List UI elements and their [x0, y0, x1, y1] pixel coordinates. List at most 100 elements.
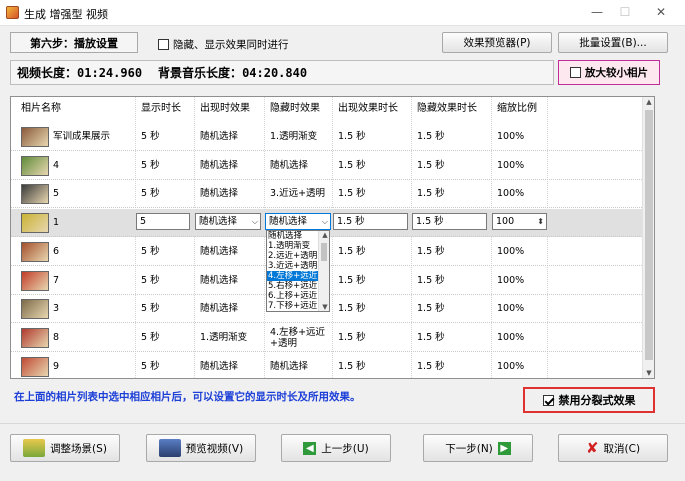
- scale-cell: 100%: [497, 274, 525, 286]
- app-icon: [6, 6, 19, 19]
- checkbox-icon[interactable]: [158, 39, 169, 50]
- hide_dur-cell: 1.5 秒: [417, 303, 445, 315]
- table-row[interactable]: 5 5 秒 随机选择 3.近远+透明 1.5 秒 1.5 秒 100%: [11, 180, 644, 209]
- music-length-label: 背景音乐长度：: [158, 66, 243, 80]
- photo-name: 4: [53, 159, 60, 171]
- step-label: 第六步：播放设置: [10, 32, 138, 53]
- scroll-down-icon[interactable]: ▼: [643, 369, 654, 377]
- appear-value: 随机选择: [199, 216, 238, 228]
- scale-cell: 100%: [497, 131, 525, 142]
- hide_dur-cell: 1.5 秒: [417, 274, 445, 286]
- scale-value: 100: [496, 216, 515, 228]
- hint-text: 在上面的相片列表中选中相应相片后，可以设置它的显示时长及所用效果。: [14, 391, 361, 403]
- table-row[interactable]: 8 5 秒 1.透明渐变 4.左移+远近+透明 1.5 秒 1.5 秒 100%: [11, 324, 644, 352]
- disable-split-effect-toggle[interactable]: 禁用分裂式效果: [523, 387, 655, 413]
- title-bar: 生成 增强型 视频 — ☐ ✕: [0, 0, 685, 26]
- show-cell: 5 秒: [141, 274, 160, 286]
- table-scrollbar[interactable]: ▲ ▼: [642, 97, 654, 378]
- scale-cell: 100%: [497, 245, 525, 257]
- spin-icon[interactable]: ⬍: [537, 214, 544, 229]
- scale-cell: 100%: [497, 303, 525, 315]
- appear_dur-cell: 1.5 秒: [338, 331, 366, 343]
- preview-video-label: 预览视频(V): [185, 442, 244, 455]
- appear-cell: 随机选择: [200, 159, 239, 171]
- photo-name: 5: [53, 188, 60, 200]
- col-header-appear-dur: 出现效果时长: [338, 103, 398, 114]
- appear-cell: 随机选择: [200, 274, 239, 286]
- hide-effect-dropdown-list[interactable]: 随机选择 1.透明渐变 2.远近+透明 3.近远+透明 4.左移+远近 5.右移+远近 6.…: [266, 230, 330, 312]
- col-header-name: 相片名称: [21, 103, 61, 114]
- arrow-left-icon: ◀: [303, 441, 317, 455]
- hide-cell: 4.左移+远近+透明: [270, 326, 326, 349]
- appear_dur-cell: 1.5 秒: [338, 188, 366, 200]
- adjust-scene-button[interactable]: 调整场景(S): [10, 434, 120, 462]
- photo-thumbnail: [21, 155, 49, 176]
- cancel-button[interactable]: ✘ 取消(C): [558, 434, 668, 462]
- video-length-label: 视频长度：: [17, 66, 78, 80]
- hide-cell: 随机选择: [270, 360, 309, 372]
- show-cell: 5 秒: [141, 303, 160, 315]
- scale-editor[interactable]: 100 ⬍: [492, 213, 547, 231]
- next-step-button[interactable]: 下一步(N) ▶: [423, 434, 533, 462]
- hide_dur-cell: 1.5 秒: [417, 245, 445, 257]
- col-header-scale: 缩放比例: [497, 103, 537, 114]
- hide-cell: 1.透明渐变: [270, 131, 318, 142]
- checkbox-icon[interactable]: [542, 394, 554, 406]
- show-value: 5: [140, 216, 147, 228]
- appear_dur-cell: 1.5 秒: [338, 360, 366, 372]
- appear_dur-value: 1.5 秒: [337, 216, 365, 228]
- chevron-down-icon[interactable]: ⌵: [252, 214, 258, 229]
- preview-video-button[interactable]: 预览视频(V): [146, 434, 256, 462]
- video-length-value: 01:24.960: [77, 65, 143, 80]
- appear_dur-editor[interactable]: 1.5 秒: [333, 213, 408, 231]
- minimize-icon[interactable]: —: [588, 4, 606, 20]
- next-step-label: 下一步(N): [445, 442, 493, 455]
- show-cell: 5 秒: [141, 245, 160, 257]
- enlarge-small-photos-toggle[interactable]: 放大较小相片: [558, 60, 660, 85]
- photo-thumbnail: [21, 241, 49, 262]
- photo-table: 相片名称 显示时长 出现时效果 隐藏时效果 出现效果时长 隐藏效果时长 缩放比例…: [10, 96, 655, 379]
- photo-name: 军训成果展示: [53, 131, 111, 142]
- hide_dur-cell: 1.5 秒: [417, 159, 445, 171]
- scroll-down-icon[interactable]: ▼: [319, 303, 329, 311]
- batch-settings-button[interactable]: 批量设置(B)...: [558, 32, 668, 53]
- checkbox-icon[interactable]: [570, 67, 581, 78]
- prev-step-button[interactable]: ◀ 上一步(U): [281, 434, 391, 462]
- window-title: 生成 增强型 视频: [24, 8, 108, 21]
- col-header-hide-dur: 隐藏效果时长: [417, 103, 477, 114]
- effect-preview-button[interactable]: 效果预览器(P): [442, 32, 552, 53]
- scene-icon: [23, 439, 46, 457]
- cancel-icon: ✘: [585, 439, 599, 457]
- table-row[interactable]: 4 5 秒 随机选择 随机选择 1.5 秒 1.5 秒 100%: [11, 152, 644, 180]
- hide-editor[interactable]: 随机选择 ⌵: [265, 213, 331, 231]
- col-header-appear: 出现时效果: [200, 103, 250, 114]
- table-row[interactable]: 9 5 秒 随机选择 随机选择 1.5 秒 1.5 秒 100%: [11, 353, 644, 378]
- photo-thumbnail: [21, 327, 49, 348]
- scale-cell: 100%: [497, 159, 525, 171]
- hide_dur-cell: 1.5 秒: [417, 188, 445, 200]
- disable-split-label: 禁用分裂式效果: [558, 394, 636, 407]
- hide-cell: 随机选择: [270, 159, 309, 171]
- table-row[interactable]: 军训成果展示 5 秒 随机选择 1.透明渐变 1.5 秒 1.5 秒 100%: [11, 123, 644, 151]
- hide_dur-editor[interactable]: 1.5 秒: [412, 213, 487, 231]
- hide_dur-cell: 1.5 秒: [417, 360, 445, 372]
- appear_dur-cell: 1.5 秒: [338, 245, 366, 257]
- dropdown-scrollbar[interactable]: ▲ ▼: [318, 231, 329, 311]
- photo-thumbnail: [21, 184, 49, 205]
- photo-thumbnail: [21, 270, 49, 291]
- hide-cell: 3.近远+透明: [270, 188, 326, 200]
- scroll-thumb[interactable]: [645, 110, 653, 360]
- prev-step-label: 上一步(U): [321, 442, 369, 455]
- chevron-down-icon[interactable]: ⌵: [322, 214, 328, 229]
- appear-cell: 随机选择: [200, 245, 239, 257]
- show-editor[interactable]: 5: [136, 213, 190, 231]
- photo-name: 7: [53, 274, 60, 286]
- col-header-show: 显示时长: [141, 103, 181, 114]
- scroll-up-icon[interactable]: ▲: [319, 231, 329, 239]
- sync-effects-checkbox[interactable]: 隐藏、显示效果同时进行: [158, 37, 289, 52]
- photo-name: 9: [53, 360, 60, 372]
- appear_dur-cell: 1.5 秒: [338, 131, 366, 142]
- close-icon[interactable]: ✕: [652, 4, 670, 20]
- appear-editor[interactable]: 随机选择 ⌵: [195, 213, 261, 231]
- scroll-up-icon[interactable]: ▲: [643, 98, 654, 106]
